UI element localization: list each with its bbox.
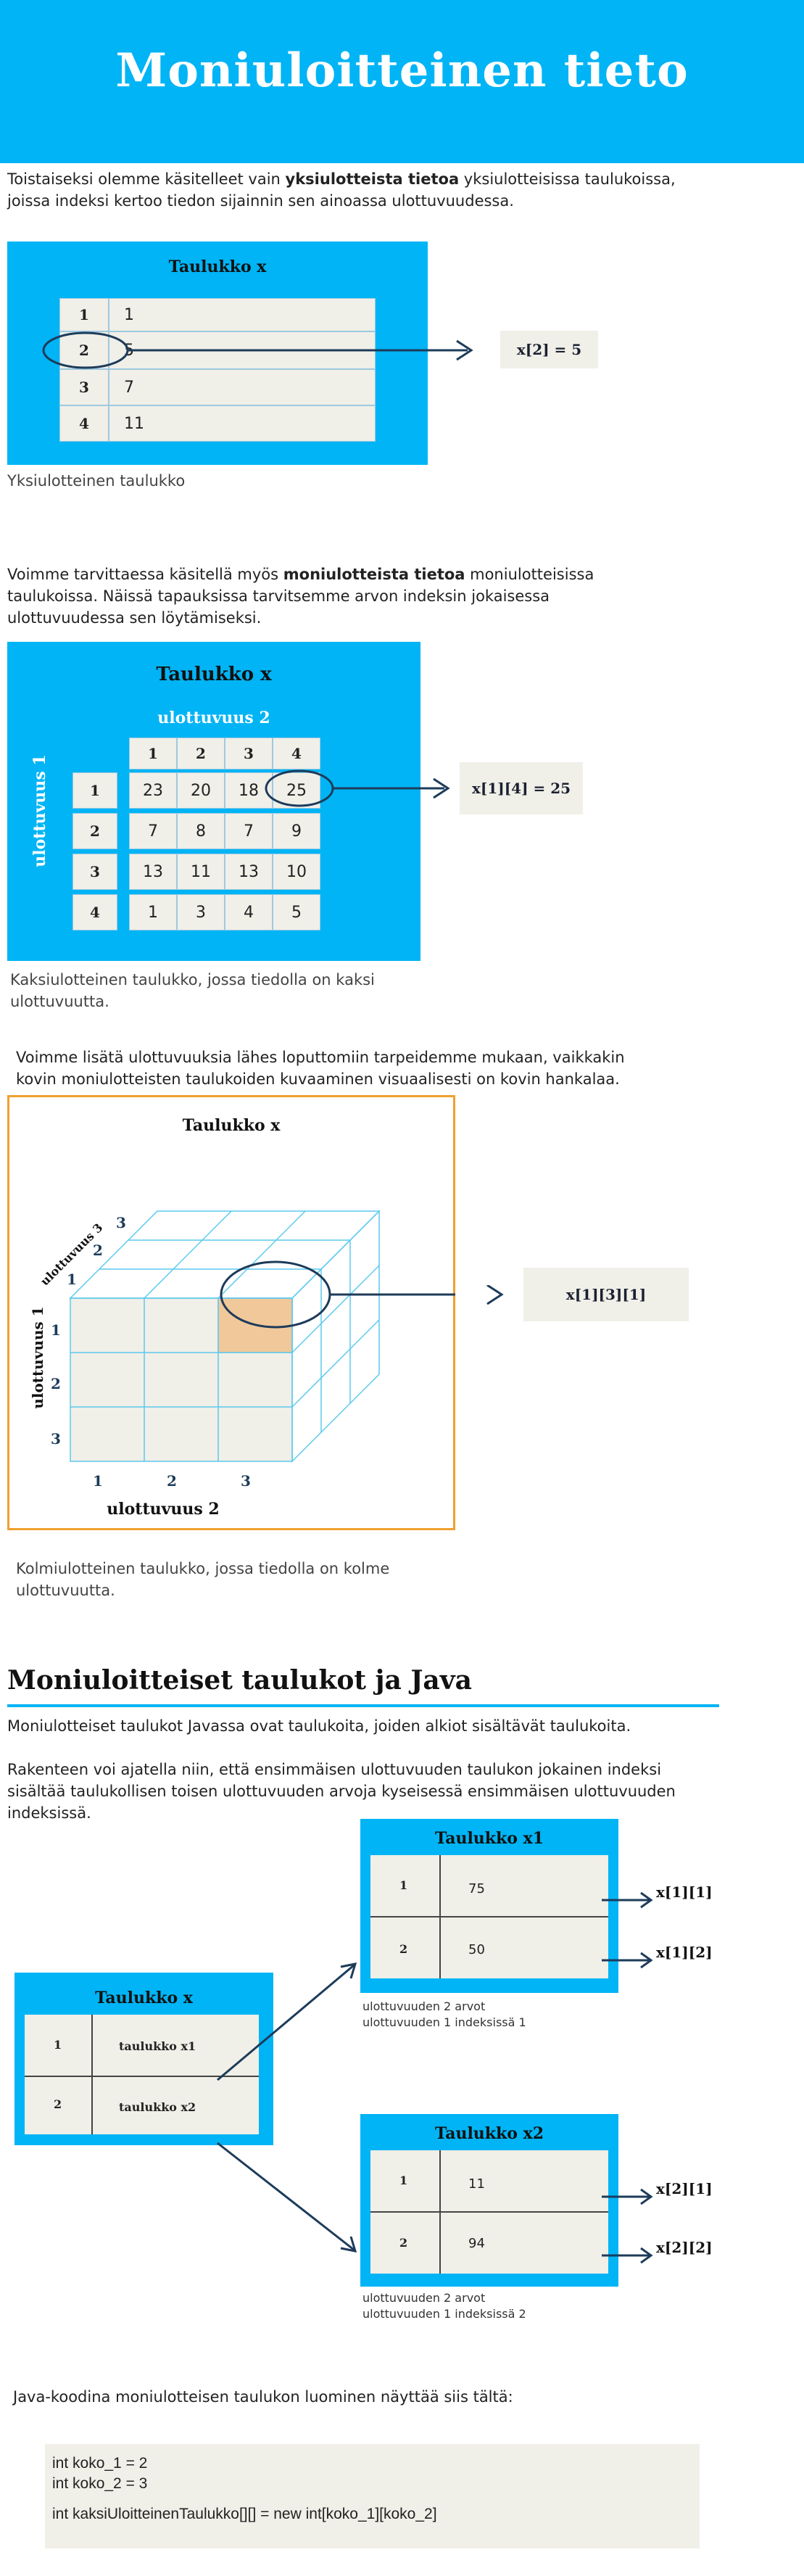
intro-text: Toistaiseksi olemme käsitelleet vain [7, 170, 286, 188]
code-line: int koko_2 = 3 [52, 2475, 148, 2492]
para2-bold: moniulotteista tietoa [283, 566, 465, 583]
table3-dim2-label: ulottuvuus 2 [107, 1500, 220, 1519]
arrow-to-sub1 [217, 1964, 355, 2081]
dim2-tick: 3 [241, 1472, 251, 1490]
highlight-ellipse [42, 331, 129, 369]
table3-dim1-label: ulottuvuus 1 [29, 1306, 46, 1409]
arrow-to-sub2 [217, 2142, 355, 2251]
table1-highlight-arrow [42, 331, 473, 369]
table3-cube [69, 1210, 455, 1463]
code-line: int koko_1 = 2 [52, 2455, 148, 2472]
section2-divider [7, 1704, 719, 1707]
table3-caption: Kolmiulotteinen taulukko, jossa tiedolla… [16, 1560, 390, 1599]
table2-result: x[1][4] = 25 [460, 762, 583, 814]
dim1-tick: 1 [51, 1321, 61, 1339]
table2-caption: Kaksiulotteinen taulukko, jossa tiedolla… [10, 971, 375, 1010]
page-title: Moniuloitteinen tieto [115, 44, 689, 98]
section2-heading: Moniuloitteiset taulukot ja Java [7, 1665, 473, 1696]
table2-highlight-arrow [265, 769, 450, 807]
dim2-tick: 2 [167, 1472, 177, 1490]
table3-arrow-head [486, 1285, 504, 1305]
intro-paragraph: Toistaiseksi olemme käsitelleet vain yks… [7, 168, 696, 212]
java-diagram-arrows [217, 1891, 653, 2264]
dim1-tick: 2 [51, 1375, 61, 1392]
header-banner: Moniuloitteinen tieto [0, 0, 804, 163]
section2-p1: Moniulotteiset taulukot Javassa ovat tau… [7, 1717, 631, 1735]
dim3-tick: 3 [116, 1214, 126, 1231]
table1-caption: Yksiulotteinen taulukko [7, 472, 186, 490]
dim3-tick: 1 [67, 1271, 77, 1288]
dim3-tick: 2 [93, 1242, 103, 1259]
intro-bold: yksiulotteista tietoa [285, 170, 460, 188]
para2: Voimme tarvittaessa käsitellä myös moniu… [7, 564, 660, 629]
code-line: int kaksiUloitteinenTaulukko[][] = new i… [52, 2506, 437, 2522]
arrow-head [486, 1285, 504, 1305]
dim1-tick: 3 [51, 1430, 61, 1448]
highlight-ellipse [265, 769, 334, 807]
table3-result: x[1][3][1] [523, 1268, 689, 1321]
para2-text: Voimme tarvittaessa käsitellä myös [7, 566, 283, 583]
para3: Voimme lisätä ulottuvuuksia lähes loputt… [16, 1049, 625, 1088]
note-line: ulottuvuuden 1 indeksissä 2 [362, 2307, 526, 2321]
cube-right-face [291, 1210, 380, 1463]
code-block: int koko_1 = 2 int koko_2 = 3 int kaksiU… [45, 2444, 700, 2548]
table1-result: x[2] = 5 [500, 331, 598, 368]
dim2-tick: 1 [93, 1472, 103, 1490]
code-intro: Java-koodina moniulotteisen taulukon luo… [13, 2388, 513, 2406]
